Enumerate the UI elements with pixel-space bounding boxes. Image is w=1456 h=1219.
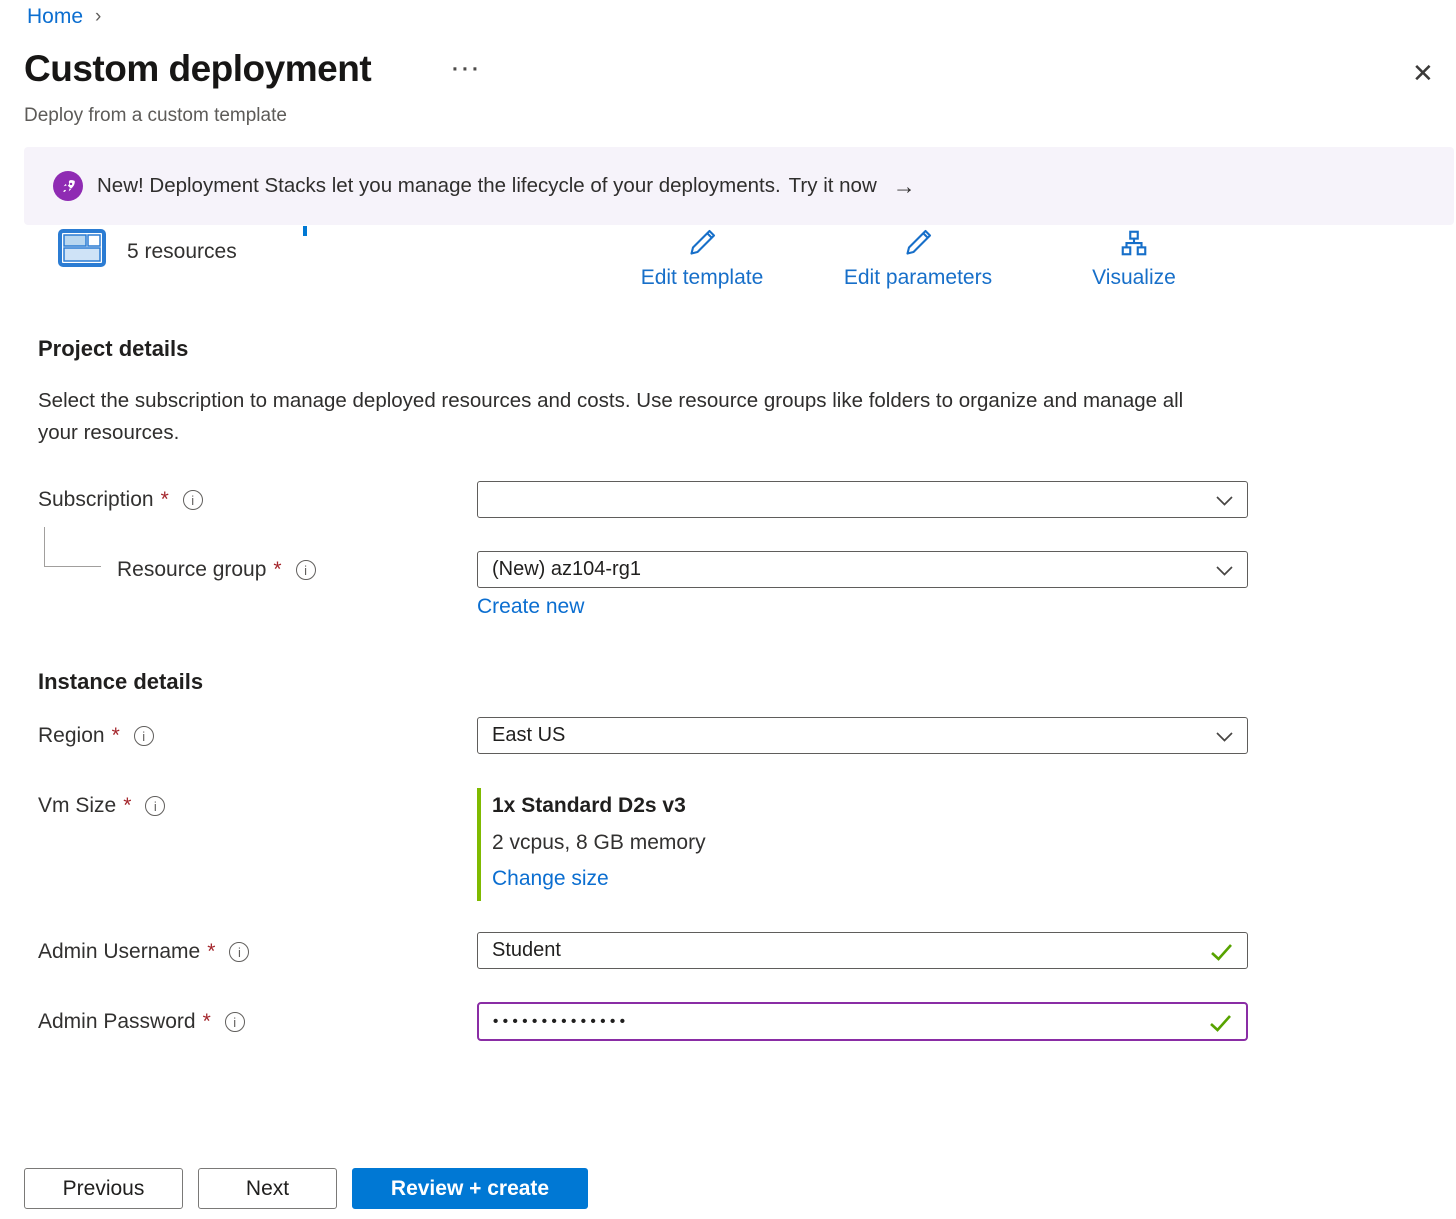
info-icon[interactable]: i <box>229 942 249 962</box>
connector-line <box>44 566 101 567</box>
resource-group-value: (New) az104-rg1 <box>492 558 641 581</box>
resources-count: 5 resources <box>127 240 237 264</box>
info-icon[interactable]: i <box>296 560 316 580</box>
more-actions-button[interactable]: ··· <box>452 58 482 82</box>
pencil-icon <box>687 228 717 258</box>
previous-button[interactable]: Previous <box>24 1168 183 1209</box>
banner-message: New! Deployment Stacks let you manage th… <box>97 174 781 198</box>
chevron-down-icon <box>1216 496 1233 506</box>
region-dropdown[interactable]: East US <box>477 717 1248 754</box>
page-subtitle: Deploy from a custom template <box>24 105 287 127</box>
required-marker: * <box>123 794 131 818</box>
required-marker: * <box>273 558 281 582</box>
close-icon[interactable]: ✕ <box>1412 60 1434 86</box>
instance-details-heading: Instance details <box>38 669 203 695</box>
region-label: Region * i <box>38 724 154 748</box>
pencil-icon <box>903 228 933 258</box>
required-marker: * <box>207 940 215 964</box>
vm-size-accent-bar <box>477 788 481 901</box>
project-details-description: Select the subscription to manage deploy… <box>38 385 1190 449</box>
info-icon[interactable]: i <box>183 490 203 510</box>
required-marker: * <box>112 724 120 748</box>
cropped-text-artifact <box>303 226 307 236</box>
admin-password-label: Admin Password * i <box>38 1010 245 1034</box>
subscription-label: Subscription * i <box>38 488 203 512</box>
action-label: Edit parameters <box>816 266 1020 290</box>
vm-size-specs: 2 vcpus, 8 GB memory <box>492 831 706 855</box>
page-title: Custom deployment <box>24 48 371 90</box>
resource-group-label: Resource group * i <box>117 558 316 582</box>
info-icon[interactable]: i <box>225 1012 245 1032</box>
next-button[interactable]: Next <box>198 1168 337 1209</box>
org-chart-icon <box>1119 228 1149 258</box>
deployment-stacks-banner[interactable]: New! Deployment Stacks let you manage th… <box>24 147 1454 225</box>
edit-parameters-button[interactable]: Edit parameters <box>816 228 1020 290</box>
action-label: Visualize <box>1032 266 1236 290</box>
admin-username-label: Admin Username * i <box>38 940 249 964</box>
subscription-dropdown[interactable] <box>477 481 1248 518</box>
valid-check-icon <box>1210 943 1233 961</box>
visualize-button[interactable]: Visualize <box>1032 228 1236 290</box>
valid-check-icon <box>1209 1014 1232 1032</box>
admin-username-field-wrap <box>477 932 1248 969</box>
info-icon[interactable]: i <box>134 726 154 746</box>
connector-line <box>44 527 45 566</box>
region-value: East US <box>492 724 565 747</box>
change-size-link[interactable]: Change size <box>492 867 609 891</box>
project-details-heading: Project details <box>38 336 188 362</box>
resource-group-dropdown[interactable]: (New) az104-rg1 <box>477 551 1248 588</box>
info-icon[interactable]: i <box>145 796 165 816</box>
admin-username-input[interactable] <box>478 933 1178 968</box>
required-marker: * <box>161 488 169 512</box>
required-marker: * <box>203 1010 211 1034</box>
chevron-down-icon <box>1216 566 1233 576</box>
admin-password-input[interactable] <box>479 1004 1179 1039</box>
chevron-down-icon <box>1216 732 1233 742</box>
admin-password-field-wrap <box>477 1002 1248 1041</box>
breadcrumb-chevron-icon: › <box>95 6 101 28</box>
rocket-icon <box>53 171 83 201</box>
review-create-button[interactable]: Review + create <box>352 1168 588 1209</box>
edit-template-button[interactable]: Edit template <box>600 228 804 290</box>
breadcrumb-home-link[interactable]: Home <box>27 5 83 29</box>
action-label: Edit template <box>600 266 804 290</box>
arrow-right-icon[interactable]: → <box>893 173 916 200</box>
vm-size-selection: 1x Standard D2s v3 <box>492 794 686 818</box>
banner-try-it-now-link[interactable]: Try it now <box>789 174 877 198</box>
create-new-link[interactable]: Create new <box>477 595 584 619</box>
breadcrumb: Home › <box>27 5 101 29</box>
template-icon <box>58 229 106 267</box>
vm-size-label: Vm Size * i <box>38 794 165 818</box>
